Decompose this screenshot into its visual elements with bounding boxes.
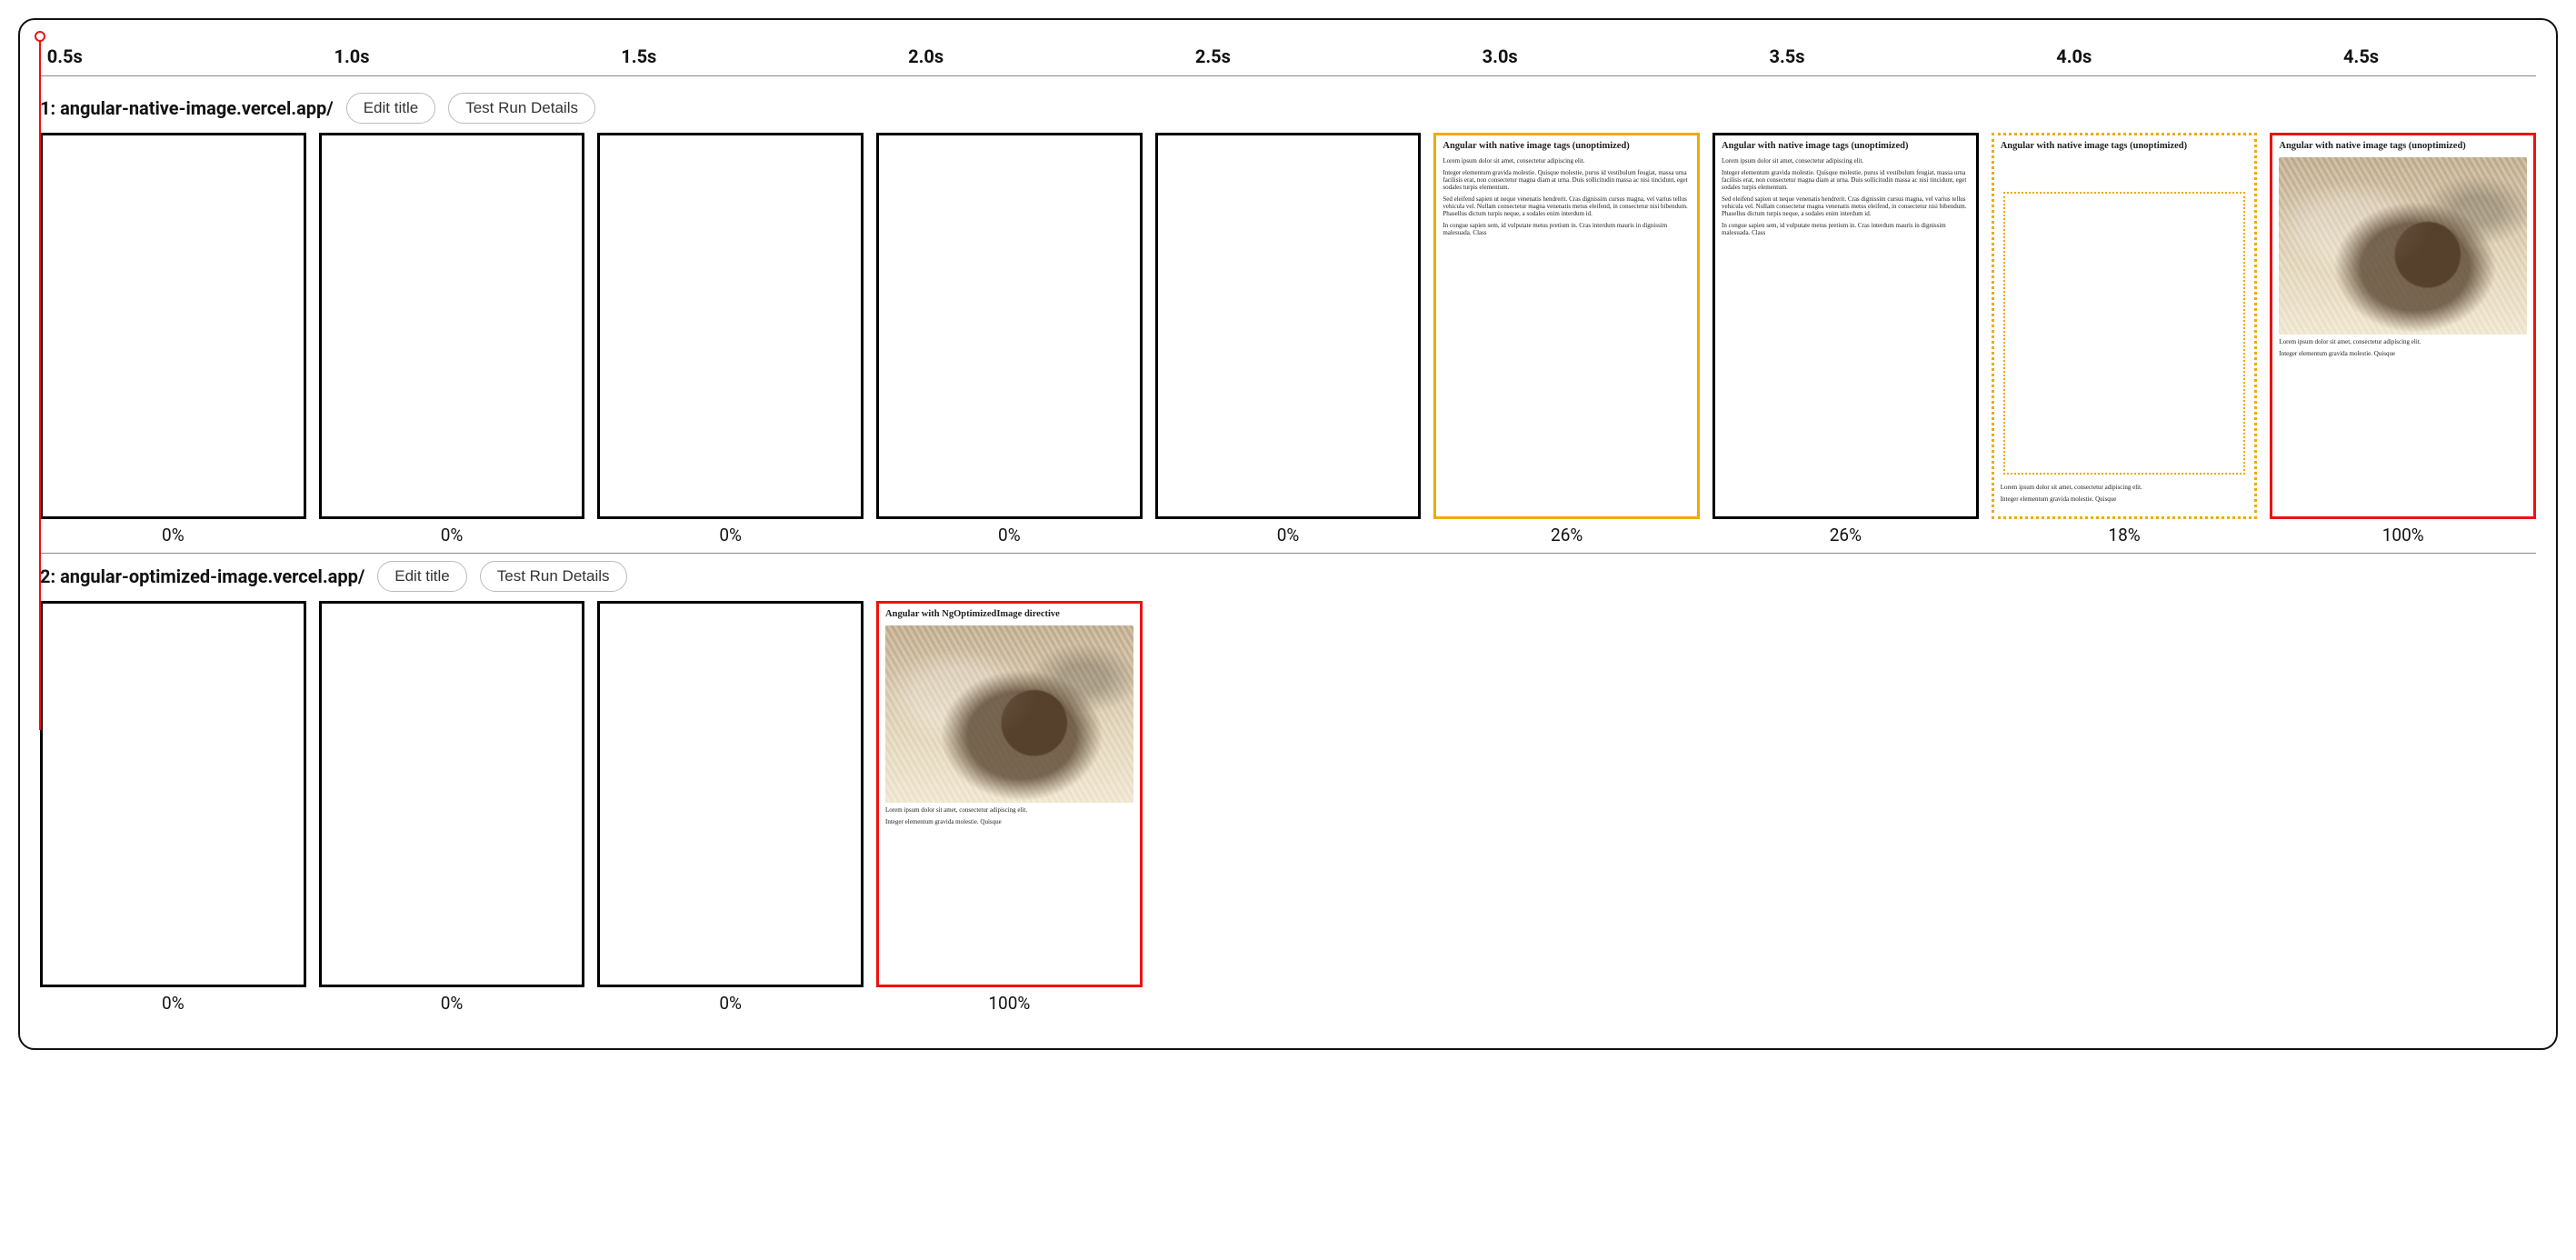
thumbnail[interactable] bbox=[319, 601, 585, 987]
thumbnail[interactable]: Angular with native image tags (unoptimi… bbox=[2270, 133, 2536, 519]
frame-spacer bbox=[2270, 601, 2536, 1014]
frame: Angular with native image tags (unoptimi… bbox=[1992, 133, 2258, 545]
run-title: 2: angular-optimized-image.vercel.app/ bbox=[40, 565, 364, 587]
thumbnail[interactable] bbox=[319, 133, 585, 519]
playhead-origin[interactable] bbox=[35, 31, 45, 42]
frame: Angular with native image tags (unoptimi… bbox=[2270, 133, 2536, 545]
frame: Angular with native image tags (unoptimi… bbox=[1712, 133, 1979, 545]
thumb-para: Lorem ipsum dolor sit amet, consectetur … bbox=[2279, 338, 2527, 345]
thumb-heading: Angular with native image tags (unoptimi… bbox=[2001, 141, 2249, 152]
thumb-para: In congue sapien sem, id vulputate metus… bbox=[1443, 222, 1691, 236]
frames-row-1: 0% 0% 0% 0% 0% Angular with native image… bbox=[40, 133, 2536, 554]
pct-label: 18% bbox=[2108, 525, 2140, 545]
thumb-content: Angular with native image tags (unoptimi… bbox=[1715, 135, 1976, 246]
pct-label: 0% bbox=[441, 993, 464, 1014]
thumbnail[interactable] bbox=[40, 601, 306, 987]
thumbnail[interactable]: Angular with NgOptimizedImage directive … bbox=[876, 601, 1143, 987]
thumb-para: Integer elementum gravida molestie. Quis… bbox=[885, 818, 1133, 825]
thumb-heading: Angular with native image tags (unoptimi… bbox=[2279, 141, 2527, 152]
frame: 0% bbox=[597, 601, 864, 1014]
frame: 0% bbox=[319, 601, 585, 1014]
pct-label: 0% bbox=[162, 993, 185, 1014]
cat-image bbox=[2279, 157, 2527, 335]
edit-title-button[interactable]: Edit title bbox=[377, 561, 466, 592]
tick-2: 1.5s bbox=[621, 45, 656, 67]
pct-label: 0% bbox=[719, 993, 742, 1014]
thumbnail[interactable] bbox=[876, 133, 1143, 519]
thumb-content: Angular with NgOptimizedImage directive … bbox=[879, 604, 1140, 835]
frame: 0% bbox=[40, 133, 306, 545]
thumb-para: Lorem ipsum dolor sit amet, consectetur … bbox=[1443, 157, 1691, 165]
cat-image bbox=[885, 625, 1133, 803]
pct-label: 26% bbox=[1551, 525, 1583, 545]
frame: Angular with native image tags (unoptimi… bbox=[1433, 133, 1700, 545]
thumb-para: Lorem ipsum dolor sit amet, consectetur … bbox=[1722, 157, 1970, 165]
thumbnail[interactable]: Angular with native image tags (unoptimi… bbox=[1433, 133, 1700, 519]
frame: 0% bbox=[1155, 133, 1422, 545]
run-url: angular-optimized-image.vercel.app/ bbox=[60, 565, 364, 587]
thumb-para: Sed eleifend sapien ut neque venenatis h… bbox=[1722, 195, 1970, 217]
run-header-1: 1: angular-native-image.vercel.app/ Edit… bbox=[40, 93, 2536, 124]
thumb-para: Lorem ipsum dolor sit amet, consectetur … bbox=[885, 806, 1133, 814]
thumb-para: Integer elementum gravida molestie. Quis… bbox=[2001, 495, 2249, 503]
frame-spacer bbox=[1712, 601, 1979, 1014]
thumb-para: Sed eleifend sapien ut neque venenatis h… bbox=[1443, 195, 1691, 217]
thumbnail[interactable] bbox=[1155, 133, 1422, 519]
run-url: angular-native-image.vercel.app/ bbox=[60, 97, 334, 119]
frame-spacer bbox=[1433, 601, 1700, 1014]
thumb-para: In congue sapien sem, id vulputate metus… bbox=[1722, 222, 1970, 236]
run-title: 1: angular-native-image.vercel.app/ bbox=[40, 97, 334, 119]
thumb-content: Lorem ipsum dolor sit amet, consectetur … bbox=[1994, 478, 2255, 513]
test-run-details-button[interactable]: Test Run Details bbox=[480, 561, 627, 592]
thumb-heading: Angular with native image tags (unoptimi… bbox=[1722, 141, 1970, 152]
tick-3: 2.0s bbox=[908, 45, 944, 67]
pct-label: 100% bbox=[2382, 525, 2424, 545]
thumbnail[interactable] bbox=[597, 133, 864, 519]
pct-label: 0% bbox=[1277, 525, 1300, 545]
thumb-para: Integer elementum gravida molestie. Quis… bbox=[1443, 169, 1691, 191]
test-run-details-button[interactable]: Test Run Details bbox=[448, 93, 595, 124]
tick-6: 3.5s bbox=[1769, 45, 1804, 67]
tick-4: 2.5s bbox=[1195, 45, 1231, 67]
pct-label: 0% bbox=[998, 525, 1021, 545]
tick-1: 1.0s bbox=[334, 45, 370, 67]
tick-5: 3.0s bbox=[1483, 45, 1518, 67]
frame: 0% bbox=[876, 133, 1143, 545]
frame: Angular with NgOptimizedImage directive … bbox=[876, 601, 1143, 1014]
run-index: 1 bbox=[40, 97, 50, 119]
thumbnail[interactable]: Angular with native image tags (unoptimi… bbox=[1992, 133, 2258, 519]
pct-label: 0% bbox=[162, 525, 185, 545]
thumb-content: Angular with native image tags (unoptimi… bbox=[1994, 135, 2255, 163]
thumb-para: Lorem ipsum dolor sit amet, consectetur … bbox=[2001, 484, 2249, 491]
thumbnail[interactable] bbox=[40, 133, 306, 519]
frame: 0% bbox=[597, 133, 864, 545]
tick-7: 4.0s bbox=[2056, 45, 2092, 67]
pct-label: 100% bbox=[988, 993, 1030, 1014]
tick-8: 4.5s bbox=[2343, 45, 2379, 67]
time-ruler: 0.5s 1.0s 1.5s 2.0s 2.5s 3.0s 3.5s 4.0s … bbox=[40, 36, 2536, 76]
pct-label: 26% bbox=[1830, 525, 1862, 545]
thumbnail[interactable]: Angular with native image tags (unoptimi… bbox=[1712, 133, 1979, 519]
frame: 0% bbox=[40, 601, 306, 1014]
frame-spacer bbox=[1992, 601, 2258, 1014]
dotted-placeholder bbox=[2003, 192, 2246, 475]
tick-0: 0.5s bbox=[47, 45, 83, 67]
edit-title-button[interactable]: Edit title bbox=[346, 93, 435, 124]
pct-label: 0% bbox=[441, 525, 464, 545]
frames-row-2: 0% 0% 0% Angular with NgOptimizedImage d… bbox=[40, 601, 2536, 1021]
thumbnail[interactable] bbox=[597, 601, 864, 987]
frame: 0% bbox=[319, 133, 585, 545]
thumb-para: Integer elementum gravida molestie. Quis… bbox=[1722, 169, 1970, 191]
thumb-heading: Angular with native image tags (unoptimi… bbox=[1443, 141, 1691, 152]
frame-spacer bbox=[1155, 601, 1422, 1014]
filmstrip-panel: 0.5s 1.0s 1.5s 2.0s 2.5s 3.0s 3.5s 4.0s … bbox=[18, 18, 2558, 1050]
pct-label: 0% bbox=[719, 525, 742, 545]
thumb-para: Integer elementum gravida molestie. Quis… bbox=[2279, 350, 2527, 357]
run-index: 2 bbox=[40, 565, 50, 587]
thumb-content: Angular with native image tags (unoptimi… bbox=[2272, 135, 2533, 367]
thumb-heading: Angular with NgOptimizedImage directive bbox=[885, 609, 1133, 620]
run-header-2: 2: angular-optimized-image.vercel.app/ E… bbox=[40, 561, 2536, 592]
thumb-content: Angular with native image tags (unoptimi… bbox=[1436, 135, 1697, 246]
